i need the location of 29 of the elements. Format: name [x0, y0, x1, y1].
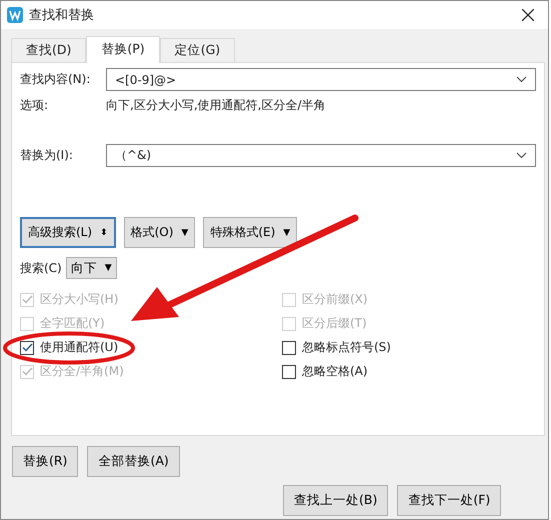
close-icon[interactable] [522, 9, 534, 21]
check-icon [22, 367, 32, 376]
check-icon [22, 343, 32, 352]
window-title: 查找和替换 [29, 7, 95, 24]
checkbox[interactable]: 忽略标点符号(S) [282, 339, 536, 356]
toolbar-button[interactable]: 格式(O) ▼ [124, 217, 196, 248]
toolbar-button[interactable]: 特殊格式(E) ▼ [203, 217, 298, 248]
nav-button[interactable]: 查找上一处(B) [283, 485, 388, 516]
chevron-down-icon [516, 76, 527, 83]
tab[interactable]: 查找(D) [11, 38, 86, 63]
chevron-down-icon [516, 152, 527, 159]
replace-field[interactable]: （^&) [106, 144, 536, 167]
find-field[interactable]: <[0-9]@> [106, 68, 536, 91]
action-button[interactable]: 替换(R) [12, 446, 78, 477]
direction-dropdown[interactable]: 向下 ▼ [66, 257, 117, 279]
app-logo-icon [7, 7, 23, 23]
tab[interactable]: 替换(P) [86, 36, 160, 63]
field-label: 查找内容(N): [20, 71, 92, 88]
checkbox[interactable]: 忽略空格(A) [282, 363, 536, 380]
options-text: 向下,区分大小写,使用通配符,区分全/半角 [106, 97, 326, 114]
action-button[interactable]: 全部替换(A) [87, 446, 180, 477]
field-label: 替换为(I): [20, 147, 74, 164]
toolbar-button[interactable]: 高级搜索(L) ⬍ [20, 217, 116, 248]
field-label: 选项: [20, 97, 50, 114]
nav-button[interactable]: 查找下一处(F) [397, 485, 502, 516]
check-icon [22, 295, 32, 304]
checkbox[interactable]: 使用通配符(U) [20, 339, 282, 356]
tab[interactable]: 定位(G) [160, 38, 236, 63]
search-label: 搜索(C) [20, 260, 62, 276]
